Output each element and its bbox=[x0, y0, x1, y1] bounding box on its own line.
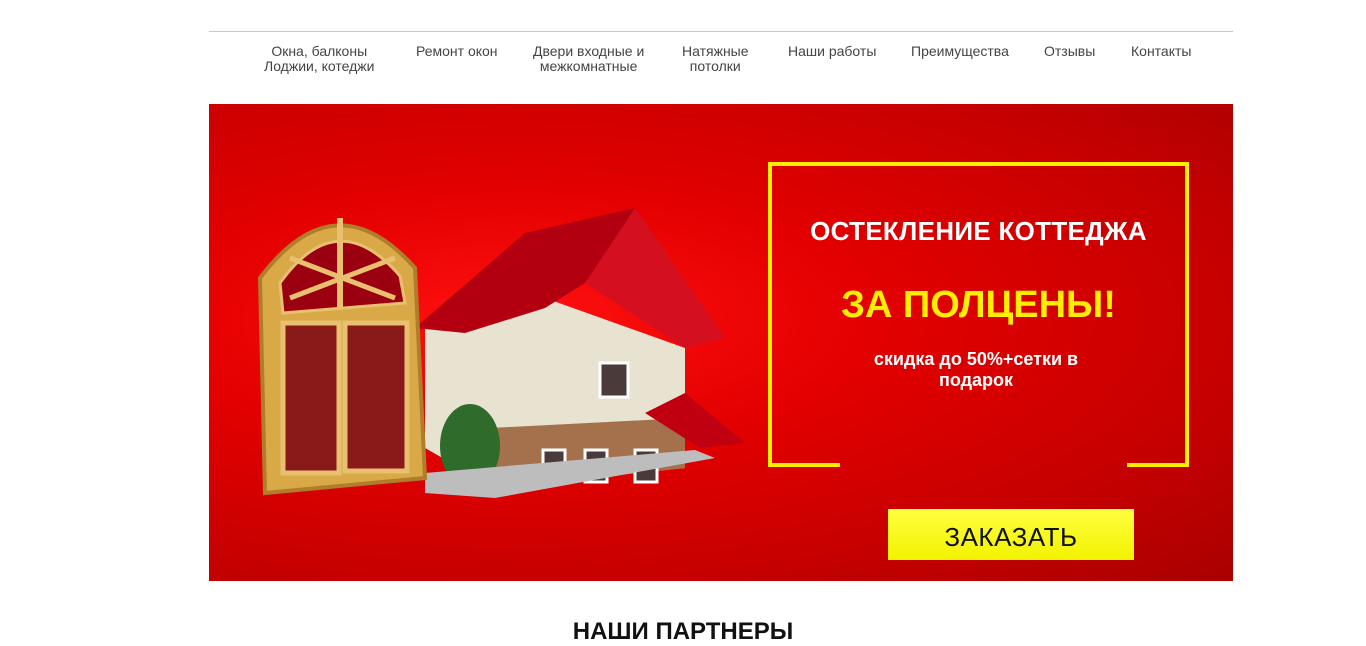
nav-item-window-repair[interactable]: Ремонт окон bbox=[416, 44, 498, 59]
nav-item-stretch-ceilings[interactable]: Натяжные потолки bbox=[682, 44, 749, 74]
house-window bbox=[598, 361, 630, 399]
main-nav: Окна, балконы Лоджии, котеджи Ремонт око… bbox=[209, 44, 1233, 84]
hero-banner: ОСТЕКЛЕНИЕ КОТТЕДЖА ЗА ПОЛЦЕНЫ! скидка д… bbox=[209, 104, 1233, 581]
promo-title: ОСТЕКЛЕНИЕ КОТТЕДЖА bbox=[810, 216, 1147, 246]
nav-item-reviews[interactable]: Отзывы bbox=[1044, 44, 1095, 59]
header-divider bbox=[209, 31, 1233, 32]
nav-item-advantages[interactable]: Преимущества bbox=[911, 44, 1009, 59]
window-sash-right bbox=[342, 320, 410, 474]
nav-item-doors[interactable]: Двери входные и межкомнатные bbox=[533, 44, 644, 74]
nav-item-our-works[interactable]: Наши работы bbox=[788, 44, 876, 59]
promo-frame-corner bbox=[768, 463, 840, 467]
order-button[interactable]: ЗАКАЗАТЬ bbox=[888, 509, 1134, 560]
window-sash-left bbox=[280, 320, 342, 476]
promo-headline: ЗА ПОЛЦЕНЫ! bbox=[841, 284, 1116, 326]
promo-frame-corner bbox=[1127, 463, 1189, 467]
promo-subtitle: скидка до 50%+сетки в подарок bbox=[873, 349, 1079, 390]
house-with-window-image bbox=[257, 208, 745, 498]
nav-item-contacts[interactable]: Контакты bbox=[1131, 44, 1191, 59]
partners-section-title: НАШИ ПАРТНЕРЫ bbox=[572, 618, 794, 645]
nav-item-windows-balconies[interactable]: Окна, балконы Лоджии, котеджи bbox=[264, 44, 374, 74]
